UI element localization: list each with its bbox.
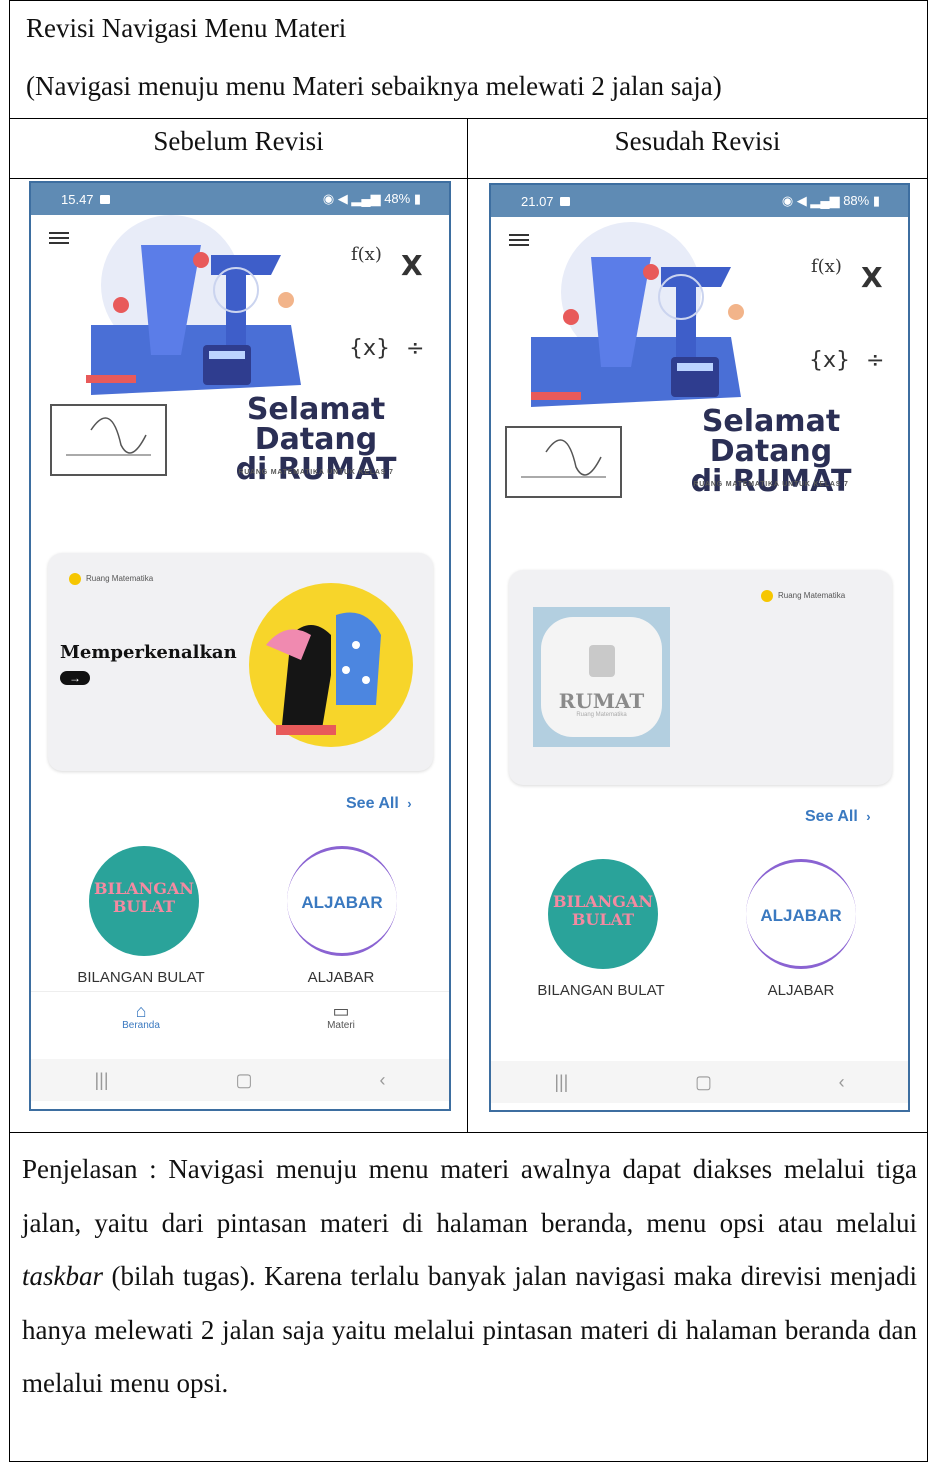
column-before-heading: Sebelum Revisi	[9, 118, 468, 179]
system-nav-bar: ||| ▢ ‹	[491, 1061, 908, 1103]
topic-label-aljabar: ALJABAR	[767, 982, 835, 999]
book-icon: ▭	[332, 1001, 350, 1021]
svg-text:÷: ÷	[866, 348, 884, 373]
topic-label-bilangan-bulat: BILANGAN BULAT	[537, 982, 665, 999]
back-icon[interactable]: ‹	[380, 1070, 386, 1091]
topic-label-aljabar: ALJABAR	[307, 969, 375, 986]
tab-materi[interactable]: ▭ Materi	[311, 1002, 371, 1031]
hero-banner: f(x) X {x} ÷ Selamat Datang di RUMAT RUA…	[31, 215, 449, 515]
see-all-link[interactable]: See All ›	[805, 808, 871, 826]
after-phone-screenshot: 21.07 ◉ ◀ ▂▄▆ 88% ▮ f(x) X {x} ÷ Selamat…	[489, 183, 910, 1112]
status-bar: 21.07 ◉ ◀ ▂▄▆ 88% ▮	[491, 185, 908, 217]
clock: 21.07	[521, 193, 554, 209]
before-phone-screenshot: 15.47 ◉ ◀ ▂▄▆ 48% ▮ f(x) X {x} ÷ Selamat…	[29, 181, 451, 1111]
home-icon: ⌂	[135, 1001, 147, 1021]
see-all-link[interactable]: See All ›	[346, 795, 412, 813]
welcome-subtitle: RUANG MATEMATIKA UNTUK KELAS 7	[693, 481, 849, 488]
welcome-subtitle: RUANG MATEMATIKA UNTUK KELAS 7	[238, 469, 394, 476]
recent-apps-icon[interactable]: |||	[554, 1072, 568, 1093]
clock: 15.47	[61, 191, 94, 207]
home-button-icon[interactable]: ▢	[236, 1070, 253, 1091]
svg-text:X: X	[861, 261, 883, 294]
svg-text:X: X	[401, 249, 423, 282]
svg-text:÷: ÷	[406, 336, 424, 361]
signal-icons: ◉ ◀ ▂▄▆	[781, 193, 844, 208]
svg-text:f(x): f(x)	[351, 244, 382, 265]
battery-text: 88%	[843, 193, 870, 208]
topic-aljabar[interactable]: ALJABAR	[746, 859, 856, 969]
battery-text: 48%	[384, 191, 411, 206]
status-bar: 15.47 ◉ ◀ ▂▄▆ 48% ▮	[31, 183, 449, 215]
topic-label-bilangan-bulat: BILANGAN BULAT	[77, 969, 205, 986]
tab-beranda[interactable]: ⌂ Beranda	[111, 1002, 171, 1031]
bottom-taskbar: ⌂ Beranda ▭ Materi	[31, 991, 449, 1036]
explanation-cell: Penjelasan : Navigasi menuju menu materi…	[9, 1132, 928, 1462]
rumat-logo: RUMAT Ruang Matematika	[533, 607, 670, 747]
svg-text:{x}: {x}	[809, 348, 850, 373]
hero-banner: f(x) X {x} ÷ Selamat Datang di RUMAT RUA…	[491, 217, 908, 517]
brand-dot-icon	[761, 589, 773, 602]
brand-dot-icon	[69, 572, 81, 585]
home-button-icon[interactable]: ▢	[695, 1072, 712, 1093]
svg-text:f(x): f(x)	[811, 256, 842, 277]
header-cell: Revisi Navigasi Menu Materi (Navigasi me…	[9, 0, 928, 119]
battery-icon: ▮	[410, 191, 421, 206]
card-title: Memperkenalkan	[60, 642, 237, 663]
topic-bilangan-bulat[interactable]: BILANGAN BULAT	[548, 859, 658, 969]
topic-bilangan-bulat[interactable]: BILANGAN BULAT	[89, 846, 199, 956]
arrow-right-icon[interactable]: →	[60, 671, 90, 685]
header-note: (Navigasi menuju menu Materi sebaiknya m…	[26, 71, 722, 101]
battery-icon: ▮	[869, 193, 880, 208]
recent-apps-icon[interactable]: |||	[94, 1070, 108, 1091]
intro-card[interactable]: Ruang Matematika RUMAT Ruang Matematika	[509, 570, 892, 785]
intro-card[interactable]: Ruang Matematika Memperkenalkan →	[48, 553, 433, 771]
chevron-right-icon: ›	[866, 809, 871, 824]
explanation-text: Penjelasan : Navigasi menuju menu materi…	[22, 1154, 917, 1398]
signal-icons: ◉ ◀ ▂▄▆	[322, 191, 385, 206]
calculator-icon	[589, 645, 615, 677]
back-icon[interactable]: ‹	[839, 1072, 845, 1093]
system-nav-bar: ||| ▢ ‹	[31, 1059, 449, 1101]
svg-text:{x}: {x}	[349, 336, 390, 361]
topic-aljabar[interactable]: ALJABAR	[287, 846, 397, 956]
notification-icon	[99, 194, 110, 204]
column-after-heading: Sesudah Revisi	[467, 118, 928, 179]
chevron-right-icon: ›	[407, 796, 412, 811]
notification-icon	[559, 196, 570, 206]
header-title: Revisi Navigasi Menu Materi	[26, 13, 347, 43]
dancers-illustration	[249, 583, 413, 747]
